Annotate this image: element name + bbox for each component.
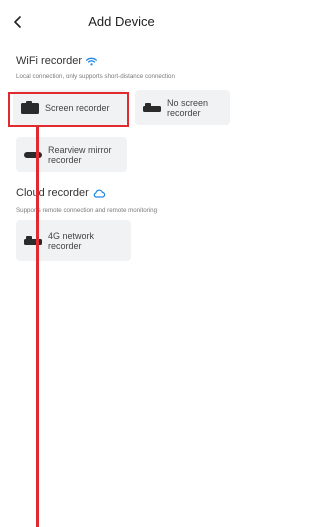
wifi-icon bbox=[86, 57, 97, 65]
header: Add Device bbox=[0, 8, 243, 36]
page-title: Add Device bbox=[88, 14, 155, 29]
device-card-rearview-mirror-recorder[interactable]: Rearview mirror recorder bbox=[16, 137, 127, 172]
highlight-pointer-line bbox=[36, 127, 39, 527]
wifi-section-title: WiFi recorder bbox=[16, 55, 97, 67]
device-label: No screen recorder bbox=[167, 97, 209, 118]
device-label: 4G network recorder bbox=[48, 230, 95, 251]
wifi-section-label: WiFi recorder bbox=[16, 55, 83, 67]
device-label: Rearview mirror recorder bbox=[48, 144, 112, 165]
device-card-no-screen-recorder[interactable]: No screen recorder bbox=[135, 90, 230, 125]
device-card-4g-network-recorder[interactable]: 4G network recorder bbox=[16, 220, 131, 261]
status-bar bbox=[0, 0, 243, 8]
4g-recorder-icon bbox=[24, 235, 42, 247]
rearview-mirror-icon bbox=[24, 149, 42, 161]
dashcam-noscreen-icon bbox=[143, 102, 161, 114]
cloud-section-title: Cloud recorder bbox=[16, 187, 105, 199]
cloud-icon bbox=[93, 189, 105, 198]
cloud-section-label: Cloud recorder bbox=[16, 187, 89, 199]
highlight-box bbox=[8, 92, 129, 127]
wifi-section-subtitle: Local connection, only supports short-di… bbox=[16, 73, 175, 80]
